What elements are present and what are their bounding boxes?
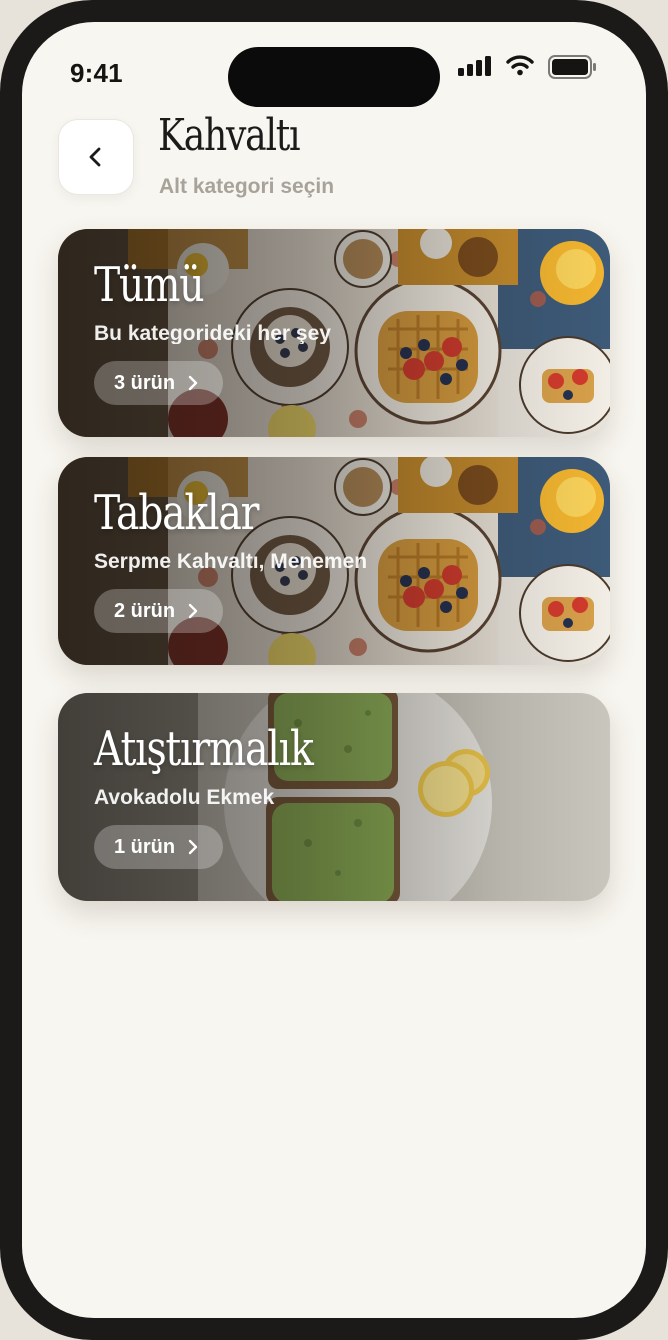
phone-frame: 9:41 Kahvaltı Alt kategori seçin Tümü Bu… — [0, 0, 668, 1340]
category-card-tumu[interactable]: Tümü Bu kategorideki her şey 3 ürün — [58, 229, 610, 437]
item-count-button[interactable]: 1 ürün — [94, 825, 224, 869]
category-title: Atıştırmalık — [94, 721, 314, 777]
chevron-left-icon — [89, 147, 101, 167]
category-title: Tümü — [94, 257, 205, 313]
wifi-icon — [506, 55, 534, 76]
back-button[interactable] — [58, 119, 134, 195]
chevron-right-icon — [188, 603, 198, 619]
chevron-right-icon — [188, 839, 198, 855]
item-count-label: 2 ürün — [114, 599, 176, 622]
page-title: Kahvaltı — [158, 110, 301, 161]
battery-icon — [548, 55, 596, 79]
status-time: 9:41 — [70, 58, 123, 88]
app-screen: 9:41 Kahvaltı Alt kategori seçin Tümü Bu… — [22, 22, 646, 1318]
item-count-button[interactable]: 2 ürün — [94, 589, 224, 633]
category-description: Avokadolu Ekmek — [94, 786, 275, 808]
item-count-button[interactable]: 3 ürün — [94, 361, 224, 405]
item-count-label: 1 ürün — [114, 835, 176, 858]
item-count-label: 3 ürün — [114, 371, 176, 394]
page-subtitle: Alt kategori seçin — [159, 175, 335, 198]
dynamic-island — [228, 47, 440, 107]
category-card-atistirmalik[interactable]: Atıştırmalık Avokadolu Ekmek 1 ürün — [58, 693, 610, 901]
cellular-signal-icon — [458, 56, 492, 76]
chevron-right-icon — [188, 375, 198, 391]
category-description: Bu kategorideki her şey — [94, 322, 331, 344]
category-card-tabaklar[interactable]: Tabaklar Serpme Kahvaltı, Menemen 2 ürün — [58, 457, 610, 665]
category-description: Serpme Kahvaltı, Menemen — [94, 550, 368, 572]
category-title: Tabaklar — [94, 485, 259, 541]
